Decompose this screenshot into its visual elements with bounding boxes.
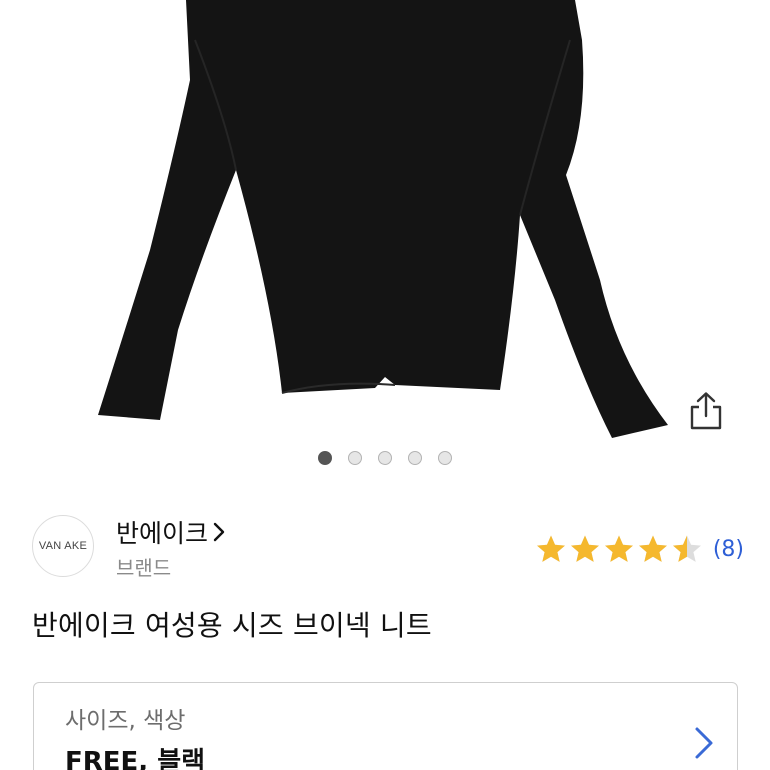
brand-logo[interactable]: VAN AKE [32, 515, 94, 577]
option-label: 사이즈, 색상 [65, 708, 186, 734]
carousel-dot[interactable] [438, 451, 452, 465]
star-icon [638, 535, 667, 562]
star-icon [672, 535, 701, 562]
option-selector[interactable]: 사이즈, 색상 FREE, 블랙 [33, 682, 738, 770]
carousel-dot[interactable] [348, 451, 362, 465]
product-image-gallery[interactable] [0, 0, 770, 480]
carousel-dot[interactable] [408, 451, 422, 465]
brand-name: 반에이크 [116, 519, 209, 548]
brand-logo-text: VAN AKE [38, 540, 88, 552]
brand-link[interactable]: 반에이크 [116, 514, 226, 550]
carousel-indicator [0, 451, 770, 465]
chevron-right-icon [693, 725, 715, 765]
chevron-right-icon [212, 521, 226, 543]
star-icon [536, 535, 565, 562]
product-title: 반에이크 여성용 시즈 브이넥 니트 [32, 609, 432, 642]
rating-summary[interactable]: (8) [535, 534, 744, 564]
share-icon [690, 392, 722, 430]
brand-subtitle: 브랜드 [116, 556, 172, 580]
carousel-dot[interactable] [378, 451, 392, 465]
knit-sweater-shape [98, 0, 668, 438]
product-image[interactable] [0, 0, 770, 480]
brand-row: VAN AKE 반에이크 브랜드 (8) [32, 512, 744, 582]
product-page: VAN AKE 반에이크 브랜드 (8) 반에이크 여성용 시즈 브이넥 니트 … [0, 0, 770, 770]
star-icon [570, 535, 599, 562]
review-count[interactable]: (8) [713, 537, 744, 562]
carousel-dot[interactable] [318, 451, 332, 465]
rating-stars [535, 534, 703, 564]
share-button[interactable] [680, 385, 732, 437]
star-icon [604, 535, 633, 562]
option-value: FREE, 블랙 [65, 747, 206, 770]
